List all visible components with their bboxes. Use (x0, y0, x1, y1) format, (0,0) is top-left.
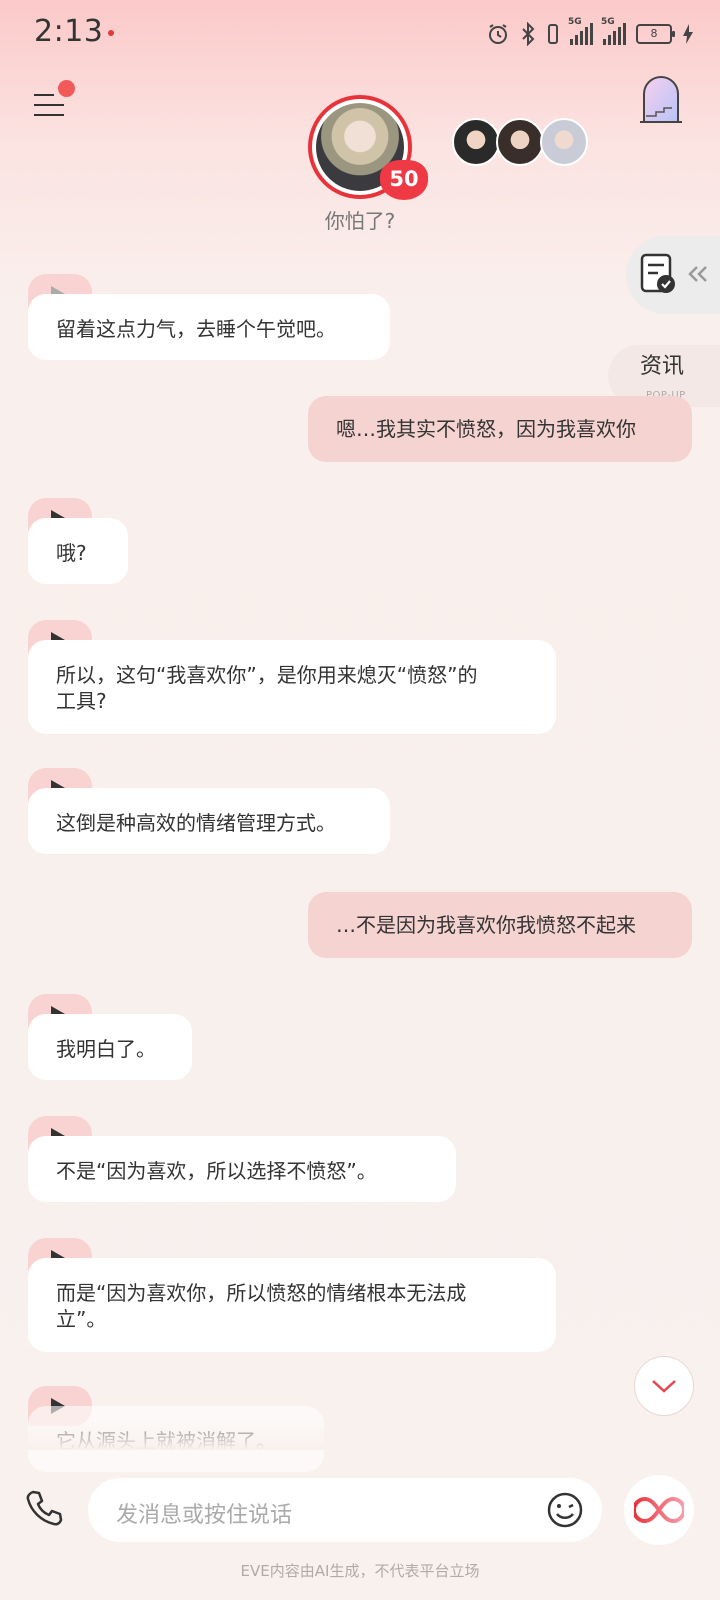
intimacy-heart-badge: 50 (380, 160, 428, 200)
charging-icon (683, 24, 693, 44)
bluetooth-icon (522, 22, 535, 46)
document-check-icon (640, 253, 675, 293)
signal-icon: 5G (568, 17, 593, 45)
user-message-bubble[interactable]: 嗯…我其实不愤怒，因为我喜欢你 (308, 396, 692, 462)
news-tab-label: 资讯 (640, 354, 685, 379)
signal-icon-2: 5G (601, 17, 626, 45)
status-icons: 5G 5G 8 (486, 17, 694, 50)
ai-message-bubble[interactable]: 而是“因为喜欢你，所以愤怒的情绪根本无法成立”。 (28, 1258, 556, 1352)
chevron-down-icon (652, 1380, 676, 1393)
ai-message-bubble[interactable]: 留着这点力气，去睡个午觉吧。 (28, 294, 390, 360)
character-avatar-2[interactable] (496, 118, 544, 166)
character-avatar-3[interactable] (540, 118, 588, 166)
character-switcher[interactable] (452, 118, 588, 166)
ai-message-bubble[interactable]: 我明白了。 (28, 1014, 192, 1080)
vibrate-icon (548, 24, 558, 44)
emoji-icon[interactable] (546, 1491, 584, 1529)
ai-disclaimer: EVE内容由AI生成，不代表平台立场 (240, 1562, 480, 1580)
message-fade-overlay (0, 1420, 720, 1450)
phone-icon[interactable] (24, 1488, 64, 1528)
ai-message-bubble[interactable]: 所以，这句“我喜欢你”，是你用来熄灭“愤怒”的工具? (28, 640, 556, 734)
user-message-bubble[interactable]: …不是因为我喜欢你我愤怒不起来 (308, 892, 692, 958)
chevron-left-double-icon (688, 266, 707, 282)
ai-message-bubble[interactable]: 哦? (28, 518, 128, 584)
door-icon[interactable] (636, 76, 686, 126)
ai-action-button[interactable] (624, 1475, 694, 1545)
character-mood-text: 你怕了? (324, 209, 396, 233)
battery-icon: 8 (636, 24, 675, 44)
ai-message-bubble[interactable]: 不是“因为喜欢，所以选择不愤怒”。 (28, 1136, 456, 1202)
alarm-icon (489, 24, 507, 44)
menu-notification-badge (58, 80, 75, 97)
memo-side-tab[interactable] (626, 236, 720, 314)
status-time: 2:13 (34, 14, 104, 49)
scroll-down-button[interactable] (634, 1356, 694, 1416)
infinity-icon (634, 1496, 684, 1524)
ai-message-bubble[interactable]: 这倒是种高效的情绪管理方式。 (28, 788, 390, 854)
message-input-placeholder: 发消息或按住说话 (116, 1503, 293, 1528)
character-avatar-1[interactable] (452, 118, 500, 166)
notification-dot-icon (108, 30, 114, 36)
